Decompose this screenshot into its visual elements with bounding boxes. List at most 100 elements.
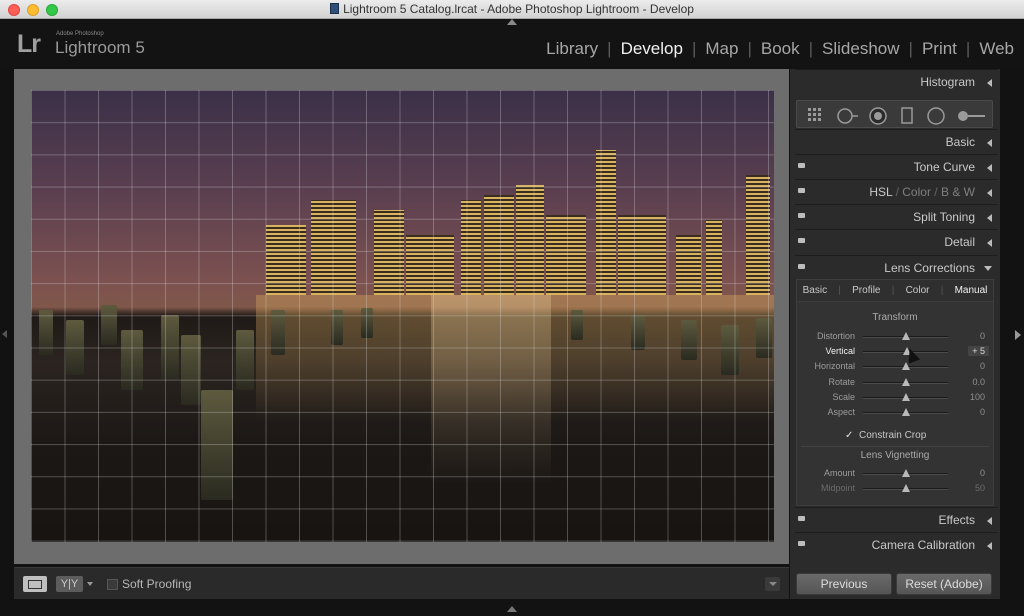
module-library[interactable]: Library [546,39,598,59]
panel-switch-icon[interactable] [798,163,805,168]
reset-button[interactable]: Reset (Adobe) [896,573,992,595]
soft-proofing-checkbox[interactable] [107,579,118,590]
module-separator: | [747,39,752,58]
module-picker: Library | Develop | Map | Book | Slideshow | Print… [546,39,1014,59]
panel-switch-icon[interactable] [798,188,805,193]
slider-thumb[interactable] [901,392,910,401]
collapse-right-panel-icon[interactable] [1015,330,1021,340]
adjustment-brush-icon[interactable] [957,107,985,123]
rotate-value[interactable]: 0.0 [972,377,985,387]
horizontal-slider-row: Horizontal 0 [797,359,993,374]
tab-manual[interactable]: Manual [955,285,988,296]
window-title-bar: Lightroom 5 Catalog.lrcat - Adobe Photos… [0,0,1024,19]
collapse-top-panel-icon[interactable] [507,19,517,25]
loupe-view-button[interactable] [23,576,47,592]
lens-corrections-panel: Basic | Profile | Color | Manual Transform Dis… [796,279,994,506]
tab-color[interactable]: Color [906,285,930,296]
lens-corrections-panel-header[interactable]: Lens Corrections [795,255,998,279]
panel-switch-icon[interactable] [798,213,805,218]
expand-arrow-icon [987,542,992,550]
vertical-slider-row: Vertical + 5 [797,344,993,359]
right-panel: Histogram Basic Tone Curve HSL / Color /… [790,69,1000,599]
horizontal-label: Horizontal [814,361,855,372]
distortion-value[interactable]: 0 [980,331,985,341]
split-toning-panel-header[interactable]: Split Toning [795,204,998,228]
slider-thumb[interactable] [901,484,910,493]
lightroom-logo: Lr [17,30,41,58]
expand-arrow-icon [987,214,992,222]
vertical-value[interactable]: + 5 [968,346,989,357]
tone-curve-panel-header[interactable]: Tone Curve [795,154,998,178]
panel-switch-icon[interactable] [798,264,805,269]
transform-title: Transform [872,312,918,323]
expand-arrow-icon [987,239,992,247]
detail-panel-header[interactable]: Detail [795,229,998,253]
scale-slider-row: Scale 100 [797,390,993,405]
module-web[interactable]: Web [979,39,1014,59]
module-print[interactable]: Print [922,39,957,59]
photo-preview[interactable] [31,90,774,542]
tab-basic[interactable]: Basic [803,285,827,296]
rotate-slider-row: Rotate 0.0 [797,375,993,390]
slider-thumb[interactable] [901,469,910,477]
hsl-panel-header[interactable]: HSL / Color / B & W [795,179,998,203]
aspect-label: Aspect [827,407,855,417]
aspect-value[interactable]: 0 [980,407,985,417]
panel-switch-icon[interactable] [798,238,805,243]
midpoint-slider-row: Midpoint 50 [797,481,993,496]
before-after-button[interactable]: Y|Y [56,576,83,592]
midpoint-label: Midpoint [820,483,855,494]
constrain-crop-label: Constrain Crop [859,430,927,441]
close-window-button[interactable] [8,4,20,16]
basic-panel-header[interactable]: Basic [795,129,998,153]
toolbar: Y|Y Soft Proofing [14,567,789,599]
aspect-slider-row: Aspect 0 [797,405,993,420]
document-icon [330,3,340,14]
tab-profile[interactable]: Profile [852,285,880,296]
module-slideshow[interactable]: Slideshow [822,39,900,59]
slider-thumb[interactable] [901,377,910,386]
lens-tabs: Basic | Profile | Color | Manual [797,280,993,302]
effects-panel-header[interactable]: Effects [795,507,998,531]
midpoint-value[interactable]: 50 [975,483,985,493]
scale-label: Scale [832,391,855,402]
red-eye-icon[interactable] [869,107,887,125]
crop-overlay-icon[interactable] [807,107,823,123]
collapse-arrow-icon [984,266,992,271]
module-map[interactable]: Map [705,39,738,59]
slider-thumb[interactable] [901,332,910,340]
module-develop[interactable]: Develop [621,39,683,59]
horizontal-value[interactable]: 0 [980,361,985,371]
previous-button[interactable]: Previous [796,573,892,595]
panel-switch-icon[interactable] [798,541,805,546]
toolbar-menu-button[interactable] [765,577,780,591]
expand-arrow-icon [987,517,992,525]
window-title: Lightroom 5 Catalog.lrcat - Adobe Photos… [343,2,694,16]
module-separator: | [908,39,913,58]
zoom-window-button[interactable] [46,4,58,16]
amount-slider-row: Amount 0 [797,466,993,481]
constrain-crop-checkbox[interactable]: ✓ [845,431,855,441]
before-after-dropdown-icon[interactable] [87,582,93,586]
histogram-panel-header[interactable]: Histogram [795,69,998,93]
panel-switch-icon[interactable] [798,516,805,521]
scale-value[interactable]: 100 [970,392,985,402]
minimize-window-button[interactable] [27,4,39,16]
collapse-left-panel-icon[interactable] [2,330,7,338]
camera-calibration-panel-header[interactable]: Camera Calibration [795,532,998,556]
expand-arrow-icon [987,189,992,197]
amount-value[interactable]: 0 [980,468,985,478]
image-canvas[interactable] [14,69,789,564]
radial-filter-icon[interactable] [927,107,945,125]
vertical-label: Vertical [825,346,855,357]
module-separator: | [691,39,697,58]
module-separator: | [965,39,971,58]
graduated-filter-icon[interactable] [901,107,917,124]
distortion-label: Distortion [816,331,855,341]
grid-overlay [31,90,774,542]
rotate-label: Rotate [828,376,855,387]
spot-removal-icon[interactable] [837,107,858,124]
module-book[interactable]: Book [761,39,800,59]
collapse-bottom-panel-icon[interactable] [507,606,517,612]
slider-thumb[interactable] [901,408,910,416]
